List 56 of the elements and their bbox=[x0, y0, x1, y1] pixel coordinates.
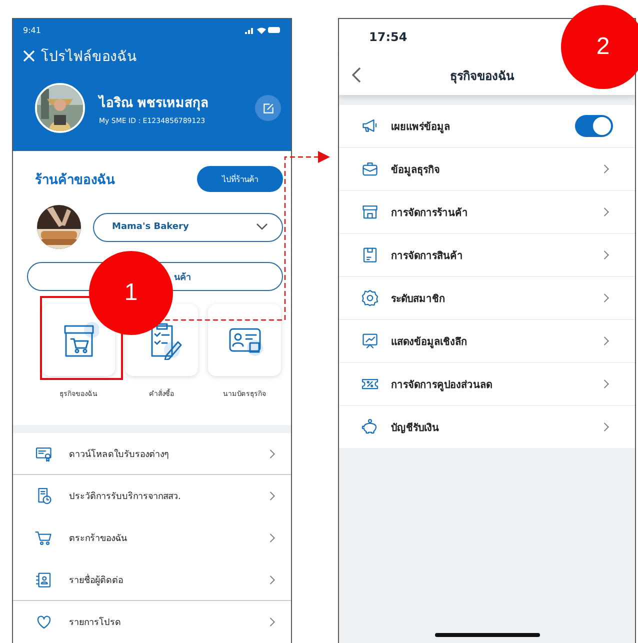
settings-row[interactable]: บัญชีรับเงิน bbox=[339, 406, 635, 449]
menu-row[interactable]: รายการโปรด bbox=[13, 601, 291, 643]
megaphone-icon bbox=[361, 117, 379, 135]
menu-label: รายการโปรด bbox=[69, 616, 122, 629]
settings-row[interactable]: แสดงข้อมูลเชิงลึก bbox=[339, 320, 635, 363]
chevron-down-icon bbox=[256, 223, 268, 232]
piggy-bank-icon bbox=[361, 418, 379, 436]
menu-label: ดาวน์โหลดใบรับรองต่างๆ bbox=[69, 448, 170, 461]
menu-row[interactable]: รายชื่อผู้ติดต่อ bbox=[13, 559, 291, 602]
battery-icon bbox=[268, 27, 281, 33]
contact-icon bbox=[35, 570, 53, 589]
section-title: ร้านค้าของฉัน bbox=[35, 172, 115, 190]
certificate-icon bbox=[35, 444, 53, 463]
history-icon bbox=[35, 486, 53, 505]
store-dropdown[interactable]: Mama's Bakery bbox=[93, 212, 283, 242]
settings-row[interactable]: ข้อมูลธุรกิจ bbox=[339, 148, 635, 191]
row-label: การจัดการคูปองส่วนลด bbox=[391, 378, 493, 392]
briefcase-icon bbox=[361, 160, 379, 178]
settings-row[interactable]: การจัดการคูปองส่วนลด bbox=[339, 363, 635, 406]
menu-label: รายชื่อผู้ติดต่อ bbox=[69, 572, 124, 587]
profile-name: ไอริณ พชรเหมสกุล bbox=[99, 94, 210, 112]
toggle-switch[interactable] bbox=[575, 115, 613, 137]
menu-tile[interactable] bbox=[40, 296, 123, 380]
settings-row[interactable]: การจัดการร้านค้า bbox=[339, 191, 635, 234]
screen-title: ธุรกิจของฉัน bbox=[449, 68, 516, 84]
menu-row[interactable]: ตระกร้าของฉัน bbox=[13, 517, 291, 560]
menu-label: ประวัติการรับบริการจากสสว. bbox=[69, 490, 182, 503]
close-icon[interactable] bbox=[23, 50, 35, 62]
wifi-icon bbox=[257, 26, 266, 34]
back-icon[interactable] bbox=[351, 67, 363, 83]
storefront-icon bbox=[361, 203, 379, 221]
settings-row[interactable]: การจัดการสินค้า bbox=[339, 234, 635, 277]
row-label: ระดับสมาชิก bbox=[391, 292, 446, 306]
row-label: การจัดการร้านค้า bbox=[391, 206, 469, 220]
edit-button[interactable] bbox=[255, 95, 281, 121]
row-label: ข้อมูลธุรกิจ bbox=[391, 163, 441, 176]
signal-icon bbox=[245, 26, 255, 34]
cart-icon bbox=[35, 528, 53, 547]
row-label: บัญชีรับเงิน bbox=[391, 421, 440, 434]
go-to-store-button[interactable]: ไปที่ร้านค้า bbox=[197, 166, 283, 192]
row-label: การจัดการสินค้า bbox=[391, 249, 464, 262]
menu-row[interactable]: ดาวน์โหลดใบรับรองต่างๆ bbox=[13, 433, 291, 476]
gear-icon bbox=[361, 289, 379, 307]
menu-row[interactable]: ประวัติการรับบริการจากสสว. bbox=[13, 475, 291, 518]
settings-row[interactable]: ระดับสมาชิก bbox=[339, 277, 635, 320]
menu-label: ตระกร้าของฉัน bbox=[69, 532, 128, 545]
status-time: 9:41 bbox=[23, 26, 41, 34]
screen-title: โปรไฟล์ของฉัน bbox=[41, 48, 137, 67]
status-time: 17:54 bbox=[369, 30, 408, 44]
row-label: เผยแพร่ข้อมูล bbox=[391, 120, 451, 134]
edit-icon bbox=[262, 102, 274, 114]
presentation-icon bbox=[361, 332, 379, 350]
row-label: แสดงข้อมูลเชิงลึก bbox=[391, 335, 468, 348]
box-icon bbox=[361, 246, 379, 264]
settings-row[interactable]: เผยแพร่ข้อมูล bbox=[339, 105, 635, 148]
step-callout-tooltip: 2 bbox=[561, 5, 638, 89]
